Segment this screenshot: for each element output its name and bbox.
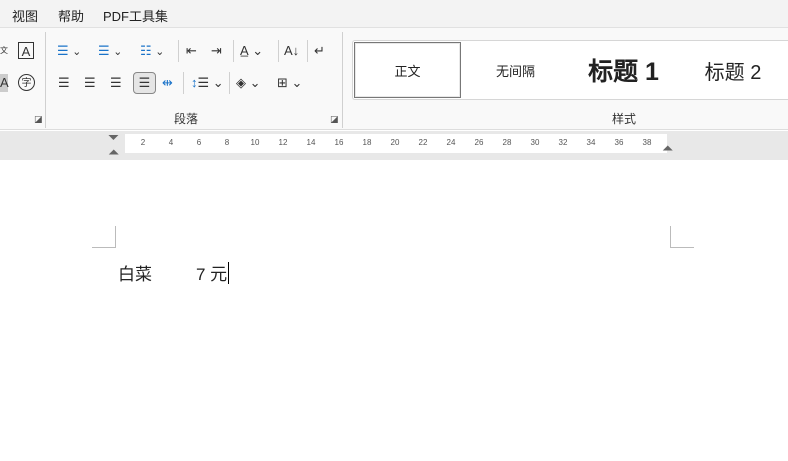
styles-gallery: 正文 无间隔 标题 1 标题 2 [352,40,788,100]
item-name: 白菜 [118,265,152,284]
ruler-tick-label: 36 [614,138,624,147]
menu-pdf-tools[interactable]: PDF工具集 [103,6,168,25]
char-border-icon[interactable]: A [18,42,34,59]
style-heading-1[interactable]: 标题 1 [571,41,676,99]
style-label: 正文 [394,63,421,79]
bullets-icon[interactable]: ☰ ⌄ [57,42,81,61]
text-cursor [228,262,230,284]
char-shading-icon[interactable]: A [0,74,9,92]
divider [178,40,179,62]
ruler-tick-label: 34 [586,138,596,147]
divider [229,72,230,94]
menu-bar: 视图 帮助 PDF工具集 [0,0,788,28]
ruler-tick-label: 4 [168,138,174,147]
style-heading-2[interactable]: 标题 2 [683,41,783,99]
ruler-tick-label: 8 [224,138,230,147]
item-price: 7 元 [196,265,228,284]
shading-icon[interactable]: ◈ ⌄ [236,74,261,92]
margin-corner-marker [670,226,694,248]
styles-group-label: 样式 [612,112,637,126]
ruler-tick-label: 6 [196,138,202,147]
ruler-tick-label: 22 [418,138,428,147]
divider [45,32,46,128]
font-dialog-launcher-icon[interactable]: ◪ [34,114,43,125]
character-scale-icon[interactable]: A̲ ⌄ [240,42,263,60]
left-indent-marker-icon[interactable]: ⏶ [108,143,119,161]
ruler-tick-label: 2 [140,138,146,147]
menu-view[interactable]: 视图 [12,6,38,25]
style-label: 无间隔 [495,63,535,79]
style-label: 标题 1 [588,58,659,86]
margin-corner-marker [92,226,116,248]
ruler-tick-label: 38 [642,138,652,147]
ruler-tick-label: 18 [362,138,372,147]
style-no-spacing[interactable]: 无间隔 [463,41,568,99]
align-right-icon[interactable]: ☰ [110,74,122,92]
ruler-tick-label: 12 [278,138,288,147]
divider [233,40,234,62]
decrease-indent-icon[interactable]: ⇤ [186,42,197,60]
document-body[interactable]: 白菜 7 元 [118,260,230,285]
divider [342,32,343,128]
ruler-tick-label: 16 [334,138,344,147]
menu-help[interactable]: 帮助 [58,6,84,25]
borders-icon[interactable]: ⊞ ⌄ [277,74,302,92]
ruler-tick-label: 30 [530,138,540,147]
justify-icon[interactable]: ☰ [133,72,156,94]
ruler-tick-label: 14 [306,138,316,147]
right-indent-marker-icon[interactable]: ⏶ [662,139,673,157]
ruler-tick-label: 10 [250,138,260,147]
divider [183,72,184,94]
style-normal[interactable]: 正文 [354,42,461,98]
distributed-icon[interactable]: ⇹ [162,74,173,92]
horizontal-ruler[interactable]: 2 4 6 8 10 12 14 16 18 20 22 24 26 28 30 32 34 36 38 [125,134,667,153]
divider [278,40,279,62]
ruler-tick-label: 20 [390,138,400,147]
numbering-icon[interactable]: ☰ ⌄ [98,42,122,61]
increase-indent-icon[interactable]: ⇥ [211,42,222,60]
multilevel-list-icon[interactable]: ☷ ⌄ [140,42,164,61]
ruler-tick-label: 24 [446,138,456,147]
paragraph-dialog-launcher-icon[interactable]: ◪ [330,114,339,125]
align-left-icon[interactable]: ☰ [58,74,70,92]
style-label: 标题 2 [704,61,762,84]
align-center-icon[interactable]: ☰ [84,74,96,92]
paragraph-group-label: 段落 [174,112,199,126]
divider [307,40,308,62]
enclose-char-icon[interactable]: 字 [18,74,35,91]
ruler-tick-label: 26 [474,138,484,147]
ruler-tick-label: 28 [502,138,512,147]
sort-icon[interactable]: A↓ [284,42,299,60]
phonetic-guide-icon[interactable]: 文 [0,42,8,60]
show-marks-icon[interactable]: ↵ [314,42,325,60]
ruler-tick-label: 32 [558,138,568,147]
line-spacing-icon[interactable]: ↕☰ ⌄ [191,74,224,92]
